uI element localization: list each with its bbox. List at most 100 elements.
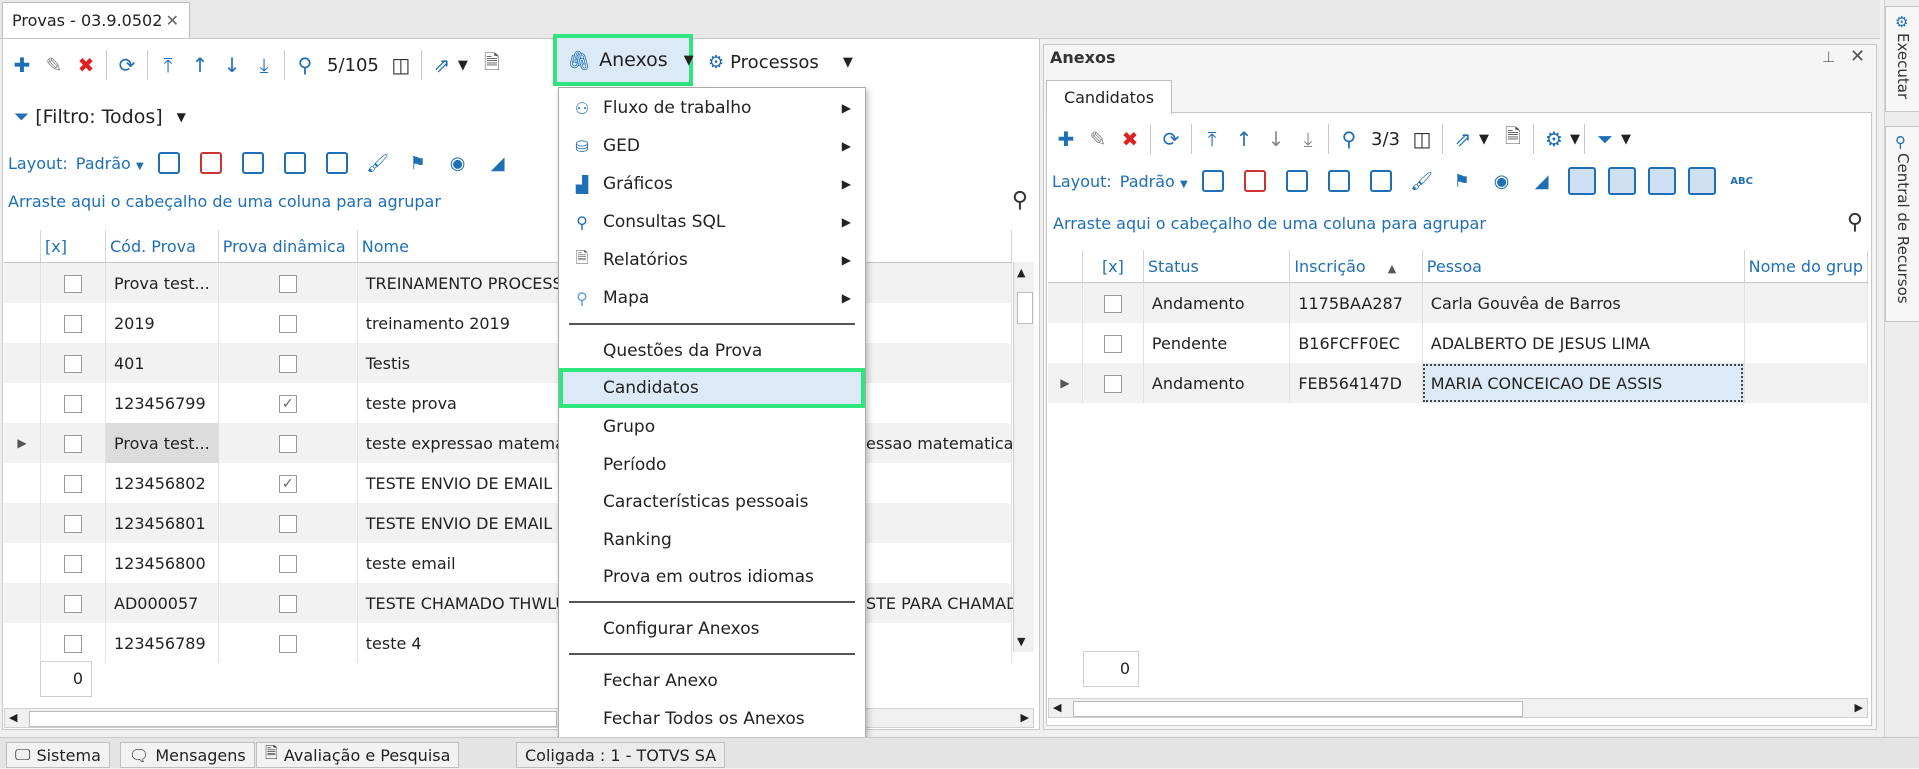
scroll-left-icon[interactable]: ◀ xyxy=(9,711,17,724)
row-select-cell[interactable] xyxy=(40,423,106,463)
swap-icon[interactable] xyxy=(1285,170,1308,192)
search-icon[interactable]: ⚲ xyxy=(1012,188,1028,213)
prova-dinamica-cell[interactable] xyxy=(218,423,358,463)
table-row[interactable]: Andamento 1175BAA287 Carla Gouvêa de Barro… xyxy=(1048,282,1869,323)
processos-button[interactable]: ⚙ Processos ▼ xyxy=(700,42,861,82)
search-icon[interactable]: ⚲ xyxy=(1333,124,1365,154)
chevron-down-icon[interactable]: ▼ xyxy=(1621,132,1631,147)
column-header-inscricao[interactable]: Inscrição ▲ xyxy=(1289,250,1423,283)
prova-dinamica-cell[interactable]: ✓ xyxy=(218,463,358,503)
status-tab-sistema[interactable]: 🖵 Sistema xyxy=(6,742,110,768)
prova-dinamica-checkbox[interactable]: ✓ xyxy=(278,474,297,493)
add-column-icon[interactable] xyxy=(1201,170,1224,192)
column-header-status[interactable]: Status xyxy=(1143,250,1291,283)
chevron-down-icon[interactable]: ▼ xyxy=(458,58,468,73)
pessoa-cell[interactable]: MARIA CONCEICAO DE ASSIS xyxy=(1422,363,1745,403)
row-select-cell[interactable] xyxy=(40,262,106,303)
row-select-cell[interactable] xyxy=(40,503,106,543)
row-select-cell[interactable] xyxy=(40,303,106,343)
edit-icon[interactable]: ✎ xyxy=(38,50,70,80)
prova-dinamica-cell[interactable] xyxy=(218,503,358,543)
remove-column-icon[interactable] xyxy=(1243,170,1266,192)
row-select-cell[interactable] xyxy=(1082,323,1144,363)
row-select-cell[interactable] xyxy=(40,383,106,423)
sidebar-tab-central-de-recursos[interactable]: ⚲ Central de Recursos xyxy=(1885,126,1919,322)
paint-icon[interactable]: 🖌 xyxy=(1406,166,1438,196)
chart-icon[interactable]: ◢ xyxy=(1526,166,1558,196)
chart-icon[interactable]: ◢ xyxy=(482,148,514,178)
menu-item-consultas-sql[interactable]: ⚲ Consultas SQL ▶ xyxy=(559,204,865,240)
close-icon[interactable]: ✕ xyxy=(1850,46,1865,67)
add-column-icon[interactable] xyxy=(157,152,180,174)
menu-item-questoes-da-prova[interactable]: Questões da Prova xyxy=(559,333,865,369)
row-select-cell[interactable] xyxy=(40,343,106,383)
row-checkbox[interactable] xyxy=(64,554,82,573)
column-header-cod-prova[interactable]: Cód. Prova xyxy=(105,230,219,263)
menu-item-fechar-anexo[interactable]: Fechar Anexo xyxy=(559,663,865,699)
columns-icon[interactable]: ◫ xyxy=(385,50,417,80)
prova-dinamica-cell[interactable]: ✓ xyxy=(218,383,358,423)
row-checkbox[interactable] xyxy=(64,394,82,413)
prova-dinamica-checkbox[interactable] xyxy=(278,434,297,453)
view-bottom-icon[interactable] xyxy=(1567,167,1596,195)
last-record-icon[interactable]: ⤓ xyxy=(248,50,280,80)
menu-item-grupo[interactable]: Grupo xyxy=(559,409,865,445)
prova-dinamica-checkbox[interactable] xyxy=(278,314,297,333)
chevron-down-icon[interactable]: ▼ xyxy=(1479,132,1489,147)
table-row[interactable]: Pendente B16FCFF0EC ADALBERTO DE JESUS LIM… xyxy=(1048,323,1869,363)
scroll-left-icon[interactable]: ◀ xyxy=(1053,701,1061,714)
prova-dinamica-checkbox[interactable] xyxy=(278,634,297,653)
menu-item-fechar-todos-os-anexos[interactable]: Fechar Todos os Anexos xyxy=(559,701,865,737)
view-middle-icon[interactable] xyxy=(1687,167,1716,195)
gear-icon[interactable]: ⚙ xyxy=(1538,124,1570,154)
view-split-icon[interactable] xyxy=(1607,167,1636,195)
row-checkbox[interactable] xyxy=(1103,294,1122,313)
row-checkbox[interactable] xyxy=(64,634,82,653)
column-header-pessoa[interactable]: Pessoa xyxy=(1422,250,1745,283)
row-checkbox[interactable] xyxy=(1103,374,1122,393)
pin-icon[interactable]: ⊥ xyxy=(1822,48,1835,66)
anexos-button[interactable]: 🖇 Anexos ▼ xyxy=(553,34,694,86)
refresh-icon[interactable]: ⟳ xyxy=(111,50,143,80)
move-up-icon[interactable] xyxy=(283,152,306,174)
search-icon[interactable]: ⚲ xyxy=(289,50,321,80)
pessoa-cell[interactable]: Carla Gouvêa de Barros xyxy=(1422,282,1745,323)
previous-record-icon[interactable]: ↑ xyxy=(184,50,216,80)
prova-dinamica-cell[interactable] xyxy=(218,262,358,303)
scroll-right-icon[interactable]: ▶ xyxy=(1021,711,1029,724)
edit-icon[interactable]: ✎ xyxy=(1082,124,1114,154)
column-header-nome-do-grupo[interactable]: Nome do grup xyxy=(1744,250,1869,283)
swap-icon[interactable] xyxy=(241,152,264,174)
add-icon[interactable]: ✚ xyxy=(6,50,38,80)
prova-dinamica-cell[interactable] xyxy=(218,623,358,663)
add-icon[interactable]: ✚ xyxy=(1050,124,1082,154)
chevron-down-icon[interactable]: ▼ xyxy=(684,53,694,68)
tab-candidatos[interactable]: Candidatos xyxy=(1046,80,1172,114)
color-icon[interactable]: ◉ xyxy=(1486,166,1518,196)
menu-item-caracteristicas-pessoais[interactable]: Características pessoais xyxy=(559,484,865,520)
color-icon[interactable]: ◉ xyxy=(442,148,474,178)
row-checkbox[interactable] xyxy=(64,474,82,493)
menu-item-ranking[interactable]: Ranking xyxy=(559,522,865,558)
column-header-select[interactable]: [x] xyxy=(1082,250,1144,283)
filter-selector[interactable]: ⏷ [Filtro: Todos] ▼ xyxy=(14,106,186,128)
filter-icon[interactable]: ⏷ xyxy=(1589,124,1621,154)
refresh-icon[interactable]: ⟳ xyxy=(1155,124,1187,154)
view-top-icon[interactable] xyxy=(1647,167,1676,195)
export-icon[interactable]: ⇗ xyxy=(1447,124,1479,154)
prova-dinamica-cell[interactable] xyxy=(218,303,358,343)
prova-dinamica-checkbox[interactable] xyxy=(278,594,297,613)
paint-icon[interactable]: 🖌 xyxy=(362,148,394,178)
vertical-scrollbar[interactable]: ▲ ▼ xyxy=(1013,262,1034,652)
close-icon[interactable]: ✕ xyxy=(166,11,179,30)
prova-dinamica-checkbox[interactable] xyxy=(278,354,297,373)
document-icon[interactable]: 🗎 xyxy=(476,50,508,80)
prova-dinamica-checkbox[interactable] xyxy=(278,514,297,533)
last-record-icon[interactable]: ⤓ xyxy=(1292,124,1324,154)
column-header-prova-dinamica[interactable]: Prova dinâmica xyxy=(218,230,358,263)
row-checkbox[interactable] xyxy=(1103,334,1122,353)
row-select-cell[interactable] xyxy=(40,623,106,663)
next-record-icon[interactable]: ↓ xyxy=(216,50,248,80)
row-select-cell[interactable] xyxy=(1082,282,1144,323)
prova-dinamica-checkbox[interactable] xyxy=(278,554,297,573)
